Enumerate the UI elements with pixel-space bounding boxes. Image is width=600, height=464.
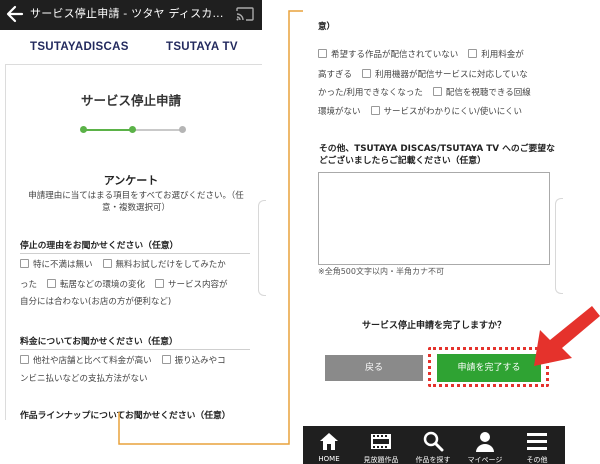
- option-row: った 転居などの環境の変化 サービス内容が: [20, 279, 228, 290]
- option-row: 自分には合わない(お店の方が便利など): [20, 297, 172, 307]
- clipped-question-label: 意）: [318, 22, 336, 32]
- survey-title: アンケート: [103, 174, 159, 187]
- nav-owned[interactable]: 見放題作品: [355, 426, 407, 464]
- step-3-dot: [179, 126, 186, 133]
- requests-textarea[interactable]: [318, 172, 550, 265]
- nav-mypage[interactable]: マイページ: [459, 426, 511, 464]
- cast-icon[interactable]: [236, 7, 254, 21]
- question-lineup: 作品ラインナップについてお聞かせください（任意）: [20, 408, 250, 420]
- tsutaya-tv-logo: TSUTAYA TV: [166, 41, 238, 53]
- tsutaya-discas-logo: TSUTAYADISCAS: [30, 41, 129, 53]
- nav-other[interactable]: その他: [511, 426, 563, 464]
- checkbox[interactable]: [47, 279, 57, 288]
- checkbox[interactable]: [20, 259, 29, 268]
- option-row: 高すぎる 利用機器が配信サービスに対応していな: [318, 69, 528, 80]
- checkbox[interactable]: [362, 69, 372, 78]
- checkbox[interactable]: [155, 279, 165, 288]
- page-title: サービス停止申請: [80, 93, 181, 108]
- home-icon: [320, 433, 338, 450]
- checkbox[interactable]: [318, 49, 327, 58]
- complete-application-button[interactable]: 申請を完了する: [437, 354, 541, 382]
- stepper-line-done: [83, 129, 133, 131]
- search-icon: [423, 431, 444, 452]
- person-icon: [476, 432, 494, 452]
- option-row: 希望する作品が配信されていない 利用料金が: [318, 49, 556, 61]
- char-limit-note: ※全角500文字以内・半角カナ不可: [318, 267, 444, 276]
- other-requests-label: その他、TSUTAYA DISCAS/TSUTAYA TV へのご要望などござい…: [319, 144, 555, 166]
- option-row: 環境がない サービスがわかりにくい/使いにくい: [318, 106, 523, 117]
- option-row: 特に不満は無い 無料お試しだけをしてみたか: [20, 259, 258, 271]
- nav-home[interactable]: HOME: [303, 426, 355, 464]
- left-screen: サービス停止申請 - ツタヤ ディスカ... TSUTAYADISCAS TSU…: [0, 0, 262, 420]
- question-price: 料金についてお聞かせください（任意）: [20, 334, 250, 350]
- menu-icon: [527, 433, 547, 450]
- checkbox[interactable]: [20, 355, 29, 364]
- stepper-line-pending: [133, 129, 183, 131]
- option-row: かった/利用できなくなった 配信を視聴できる回線: [318, 87, 531, 98]
- scroll-bracket: [258, 200, 266, 296]
- red-arrow-icon: [534, 306, 600, 366]
- question-stop-reason: 停止の理由をお聞かせください（任意）: [20, 238, 250, 254]
- step-2-dot: [129, 126, 136, 133]
- survey-description: 申請理由に当てはまる項目をすべてお選びください。（任 意・複数選択可）: [28, 191, 244, 213]
- checkbox[interactable]: [468, 49, 478, 58]
- back-button[interactable]: 戻る: [325, 355, 423, 381]
- step-1-dot: [80, 126, 87, 133]
- checkbox[interactable]: [370, 106, 380, 115]
- confirm-question: サービス停止申請を完了しますか？: [361, 321, 506, 331]
- film-icon: [371, 434, 391, 449]
- checkbox[interactable]: [432, 87, 442, 96]
- scroll-bracket: [555, 198, 563, 294]
- nav-search[interactable]: 作品を探す: [407, 426, 459, 464]
- checkbox[interactable]: [102, 259, 112, 268]
- checkbox[interactable]: [161, 355, 171, 364]
- option-row: ンビニ払いなどの支払方法がない: [20, 374, 148, 384]
- back-arrow-icon[interactable]: [6, 4, 24, 24]
- brand-logos: TSUTAYADISCAS TSUTAYA TV: [0, 41, 262, 55]
- app-bar-title: サービス停止申請 - ツタヤ ディスカ...: [30, 7, 224, 20]
- bottom-nav: HOME 見放題作品 作品を探す マイページ その他: [303, 426, 565, 464]
- app-bar: サービス停止申請 - ツタヤ ディスカ...: [0, 0, 262, 30]
- option-row: 他社や店舗と比べて料金が高い 振り込みやコ: [20, 355, 258, 367]
- right-screen: 意） 希望する作品が配信されていない 利用料金が 高すぎる 利用機器が配信サービスに…: [303, 0, 565, 464]
- progress-stepper: [80, 126, 186, 134]
